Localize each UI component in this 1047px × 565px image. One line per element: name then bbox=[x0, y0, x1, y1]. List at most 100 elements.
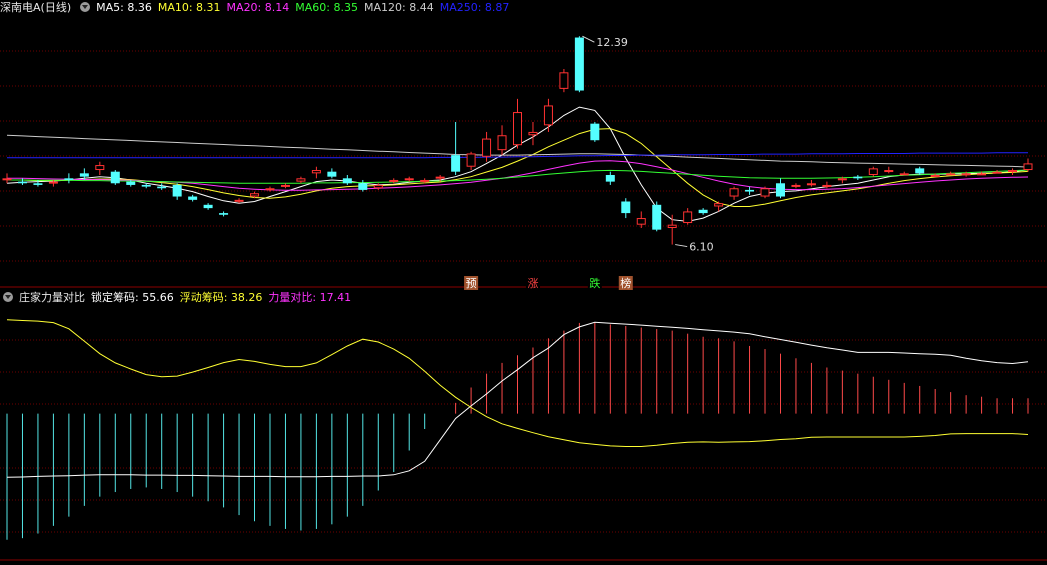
ma-legend-items: MA5: 8.36 MA10: 8.31 MA20: 8.14 MA60: 8.35 M… bbox=[96, 1, 515, 14]
candle-body-down bbox=[17, 181, 27, 184]
indicator-legend-item-2: 力量对比: 17.41 bbox=[268, 291, 352, 304]
candle bbox=[729, 186, 739, 200]
candle-body-down bbox=[745, 189, 755, 192]
candle-body-up bbox=[48, 181, 58, 184]
candle bbox=[497, 125, 507, 156]
annotations: 12.39 6.10 预 涨 跌 榜 bbox=[464, 35, 714, 290]
main-legend: 深南电A(日线) MA5: 8.36 MA10: 8.31 MA20: 8.14 MA6… bbox=[0, 0, 521, 16]
candle-body-up bbox=[884, 170, 894, 173]
chart-canvas[interactable]: 12.39 6.10 预 涨 跌 榜 bbox=[0, 0, 1047, 562]
candle bbox=[946, 171, 956, 176]
candle-body-up bbox=[760, 188, 770, 197]
candle-body-down bbox=[33, 183, 43, 185]
candle-body-down bbox=[64, 178, 74, 180]
candle-body-down bbox=[327, 171, 337, 177]
candle-body-down bbox=[219, 213, 229, 215]
candle bbox=[451, 122, 461, 175]
ma-legend-item-5: MA250: 8.87 bbox=[439, 1, 510, 14]
high-pointer bbox=[582, 35, 595, 43]
candle-body-up bbox=[977, 173, 987, 176]
candle-body-up bbox=[961, 173, 971, 176]
candle bbox=[775, 178, 785, 199]
candle-body-down bbox=[79, 173, 89, 177]
candle-body-down bbox=[590, 123, 600, 141]
ma-legend-item-4: MA120: 8.44 bbox=[363, 1, 434, 14]
low-price-label: 6.10 bbox=[689, 241, 714, 254]
candle-body-down bbox=[110, 171, 120, 184]
ma-legend-item-0: MA5: 8.36 bbox=[96, 1, 152, 14]
candle bbox=[327, 168, 337, 179]
candle bbox=[219, 211, 229, 217]
indicator-legend-items: 锁定筹码: 55.66 浮动筹码: 38.26 力量对比: 17.41 bbox=[91, 291, 357, 304]
signal-marker-text: 跌 bbox=[589, 276, 600, 290]
high-price-label: 12.39 bbox=[596, 36, 628, 49]
candle-body-up bbox=[280, 184, 290, 187]
signal-marker-text: 涨 bbox=[527, 277, 538, 290]
candle bbox=[791, 183, 801, 189]
candle bbox=[342, 175, 352, 185]
candle-body-down bbox=[853, 176, 863, 179]
ma-legend-item-2: MA20: 8.14 bbox=[226, 1, 290, 14]
candle-body-up bbox=[899, 173, 909, 176]
candle bbox=[760, 186, 770, 199]
candle bbox=[513, 98, 522, 149]
candle bbox=[2, 173, 12, 184]
candle-body-up bbox=[806, 183, 816, 186]
indicator-legend-item-1: 浮动筹码: 38.26 bbox=[179, 291, 263, 304]
candle-body-down bbox=[698, 209, 708, 214]
ma-legend-item-3: MA60: 8.35 bbox=[295, 1, 358, 14]
candle-body-up bbox=[791, 184, 801, 187]
candle-body-up bbox=[497, 135, 507, 151]
candle-body-up bbox=[667, 224, 677, 228]
candle bbox=[574, 36, 584, 93]
candle bbox=[110, 170, 120, 185]
candle-body-down bbox=[775, 183, 785, 197]
candle bbox=[543, 98, 553, 132]
chart-stage: 12.39 6.10 预 涨 跌 榜 深南电A(日线) MA5: 8.36 MA10: 8.3… bbox=[0, 0, 1047, 562]
candle-body-up bbox=[946, 173, 956, 176]
candle-body-up bbox=[837, 178, 847, 181]
candle bbox=[621, 198, 631, 219]
candle-body-up bbox=[482, 138, 492, 157]
collapse-toggle-icon[interactable] bbox=[3, 292, 13, 302]
candle-body-up bbox=[992, 171, 1002, 174]
candle-body-up bbox=[683, 211, 693, 224]
candle-body-down bbox=[605, 175, 615, 182]
indicator-grid bbox=[0, 339, 1047, 561]
candle bbox=[652, 201, 662, 232]
candle bbox=[1023, 158, 1033, 172]
indicator-series bbox=[6, 319, 1029, 540]
candle-body-up bbox=[296, 178, 306, 182]
stock-title: 深南电A(日线) bbox=[0, 1, 72, 14]
ma-legend-item-1: MA10: 8.31 bbox=[157, 1, 221, 14]
candle-body-down bbox=[451, 155, 461, 172]
candle bbox=[745, 186, 755, 195]
candle bbox=[683, 208, 693, 225]
candle-body-up bbox=[435, 176, 445, 179]
candles bbox=[2, 36, 1033, 245]
candle bbox=[559, 69, 569, 93]
candle-body-up bbox=[822, 184, 832, 187]
candle bbox=[605, 171, 615, 185]
candle-body-down bbox=[358, 183, 368, 190]
candle bbox=[157, 183, 167, 190]
candle bbox=[698, 208, 708, 215]
candle bbox=[95, 161, 105, 175]
candle bbox=[203, 203, 213, 210]
candle-body-down bbox=[915, 168, 925, 174]
candle-body-up bbox=[559, 72, 569, 89]
candle bbox=[915, 166, 925, 175]
candle-body-up bbox=[528, 131, 538, 136]
collapse-toggle-icon[interactable] bbox=[80, 2, 91, 12]
candle-body-down bbox=[126, 181, 136, 185]
candle bbox=[590, 122, 600, 142]
candle bbox=[172, 183, 182, 200]
candle bbox=[64, 173, 74, 184]
candle-body-up bbox=[868, 168, 878, 175]
candle bbox=[636, 211, 646, 228]
indicator-title: 庄家力量对比 bbox=[19, 291, 85, 304]
candle-body-up bbox=[1008, 170, 1018, 173]
candle-body-down bbox=[141, 184, 151, 187]
candle bbox=[528, 122, 538, 146]
candle bbox=[899, 171, 909, 176]
